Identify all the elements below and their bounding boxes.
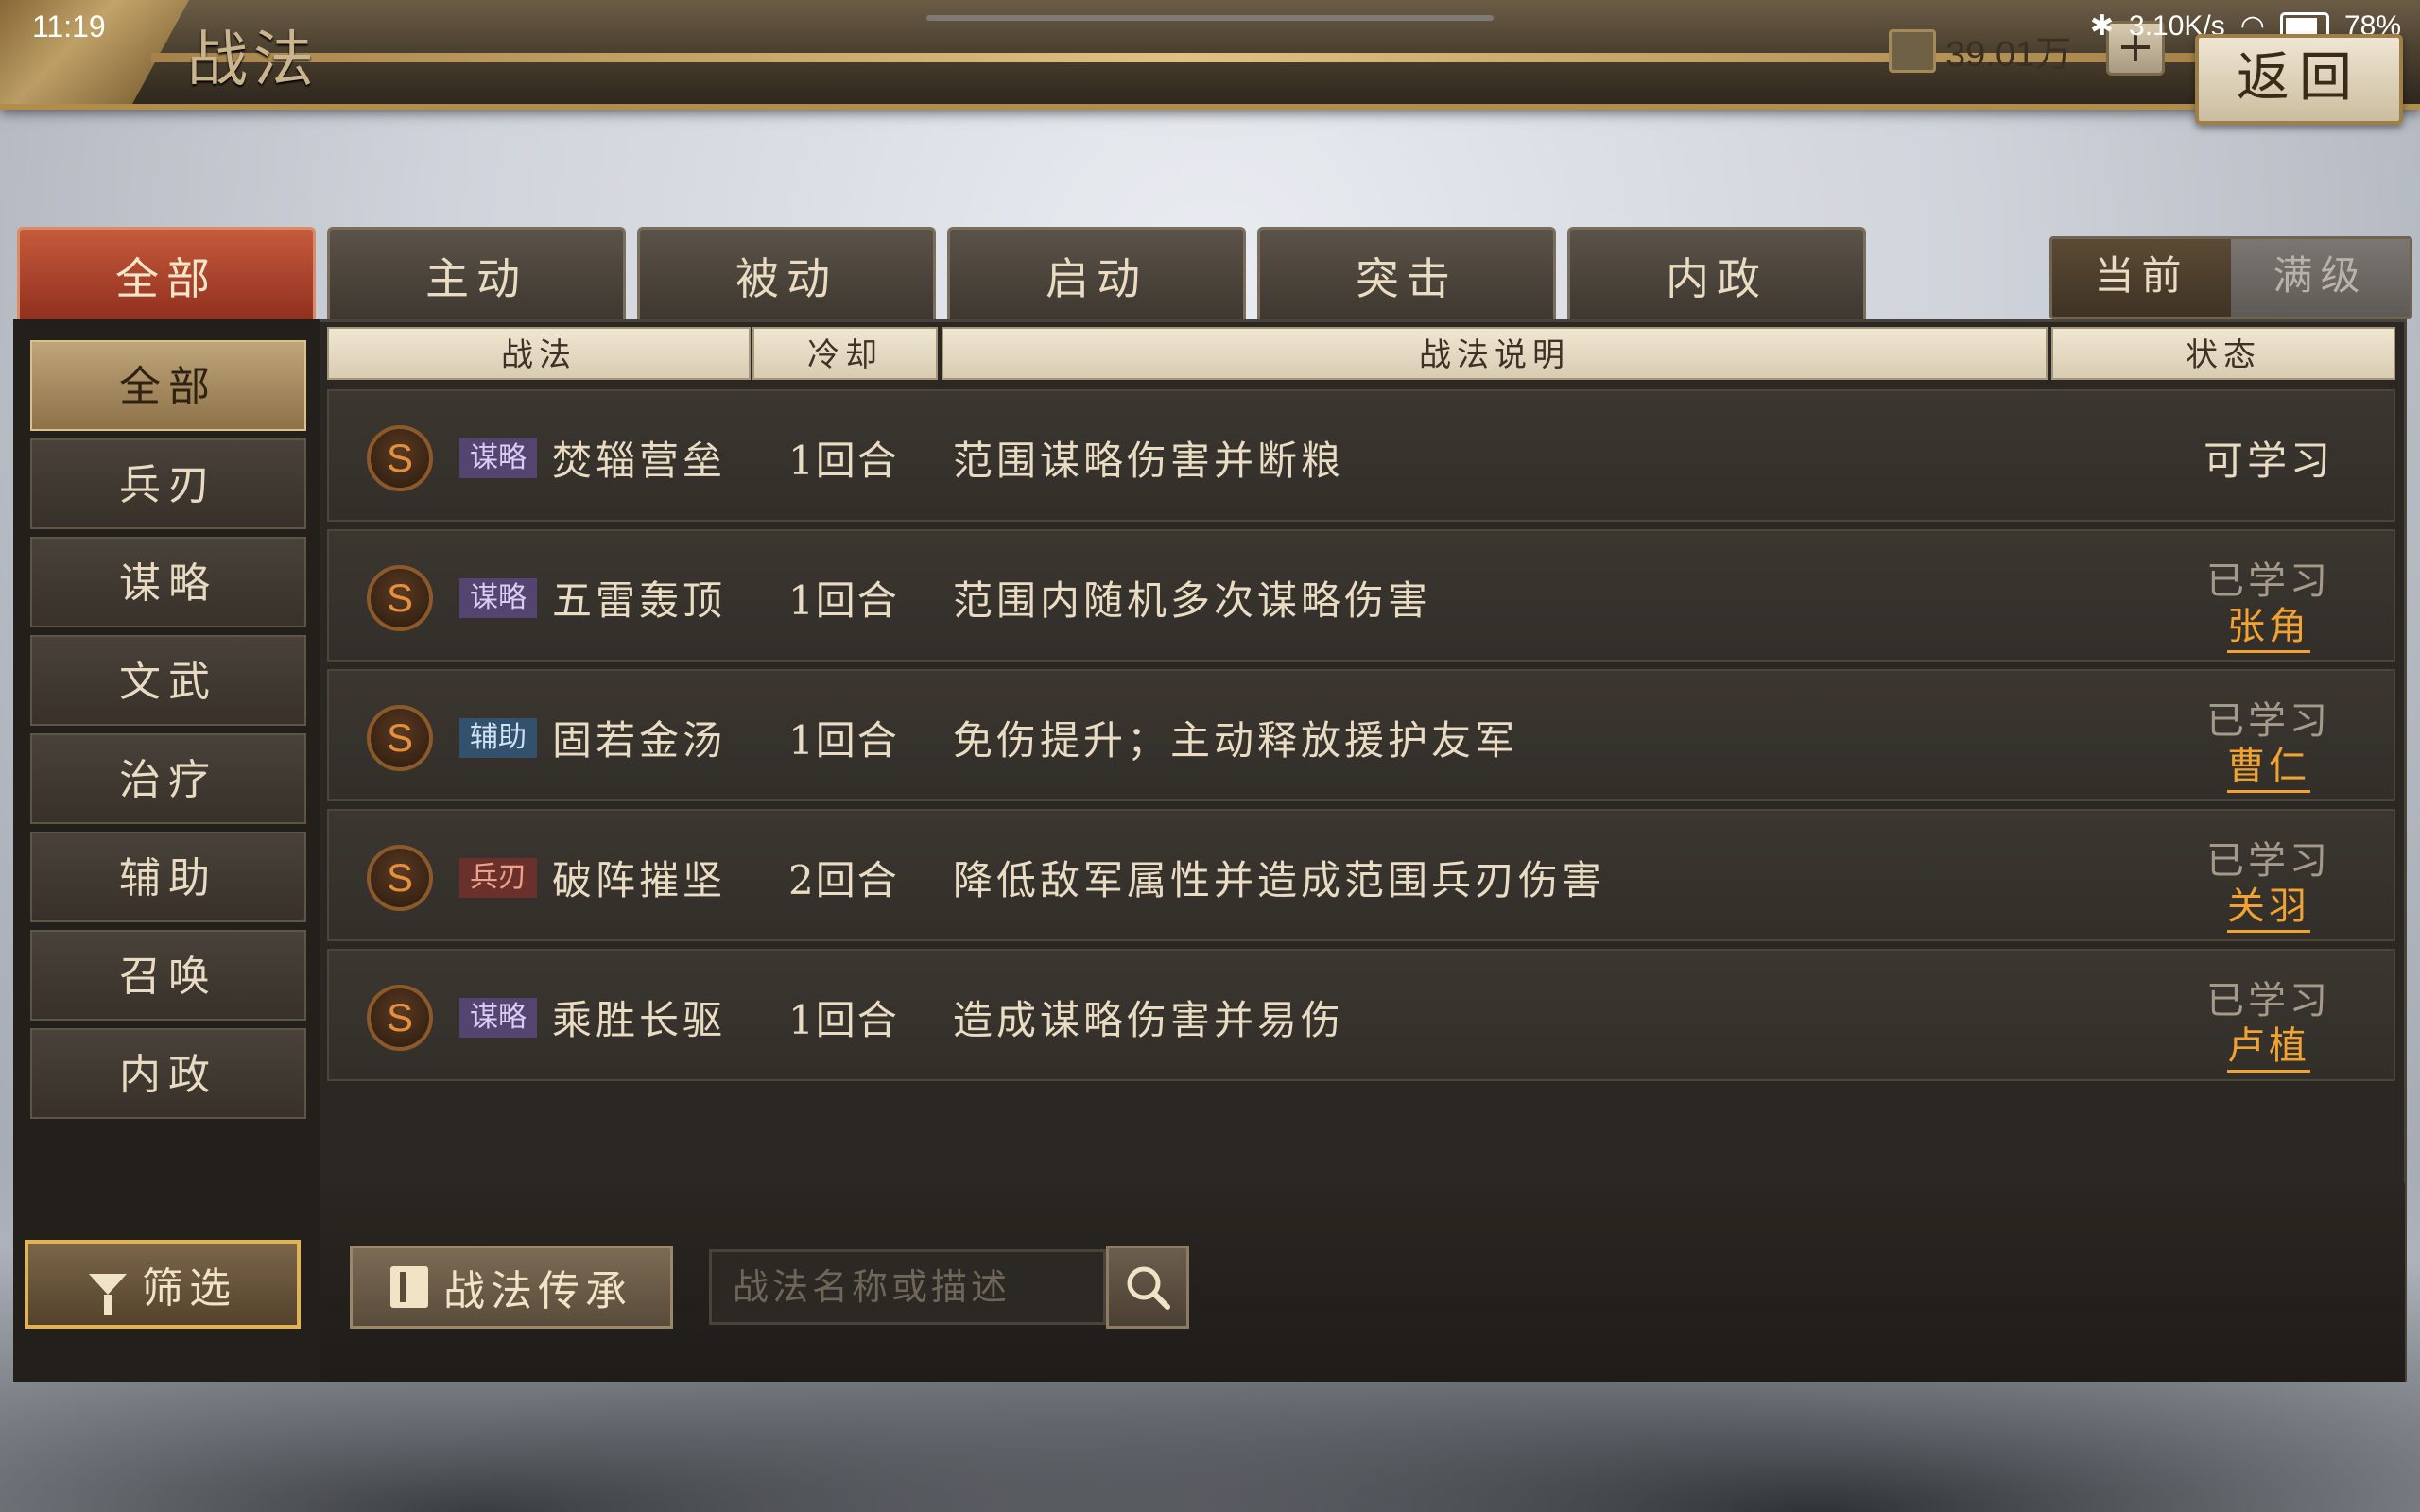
- grade-s-icon: S: [367, 845, 433, 911]
- sidebar-item-heal[interactable]: 治疗: [30, 733, 306, 824]
- skill-cooldown: 1回合: [788, 717, 899, 764]
- grade-s-icon: S: [367, 705, 433, 771]
- table-row[interactable]: S 兵刃 破阵摧坚 2回合 降低敌军属性并造成范围兵刃伤害 已学习 关羽: [327, 809, 2395, 941]
- sidebar-item-all[interactable]: 全部: [30, 340, 306, 431]
- table-row[interactable]: S 辅助 固若金汤 1回合 免伤提升；主动释放援护友军 已学习 曹仁: [327, 669, 2395, 801]
- grade-s-icon: S: [367, 985, 433, 1051]
- filter-label: 筛选: [142, 1264, 236, 1313]
- type-tag: 谋略: [459, 438, 537, 478]
- level-toggle: 当前 满级: [2049, 236, 2412, 319]
- sidebar-item-summon[interactable]: 召唤: [30, 930, 306, 1021]
- general-name: 卢植: [2227, 1024, 2310, 1073]
- header-skill: 战法: [327, 327, 751, 380]
- general-name: 曹仁: [2227, 745, 2310, 793]
- currency-value: 39.01万: [1945, 35, 2072, 75]
- tab-trigger[interactable]: 启动: [947, 227, 1246, 321]
- grade-s-icon: S: [367, 565, 433, 631]
- search-button[interactable]: [1106, 1246, 1189, 1329]
- header-description: 战法说明: [942, 327, 2048, 380]
- type-tag: 谋略: [459, 998, 537, 1038]
- status-time: 11:19: [32, 9, 106, 43]
- skill-name: 破阵摧坚: [552, 857, 727, 903]
- sidebar-item-hybrid[interactable]: 文武: [30, 635, 306, 726]
- learned-general-link[interactable]: 关羽: [2161, 875, 2377, 933]
- tab-passive[interactable]: 被动: [637, 227, 936, 321]
- skill-cooldown: 2回合: [788, 857, 899, 903]
- general-name: 张角: [2227, 605, 2310, 653]
- sidebar-item-internal[interactable]: 内政: [30, 1028, 306, 1119]
- skill-description: 范围谋略伤害并断粮: [953, 438, 1345, 484]
- skill-name: 焚辎营垒: [552, 438, 727, 484]
- skill-cooldown: 1回合: [788, 997, 899, 1043]
- skill-cooldown: 1回合: [788, 438, 899, 484]
- grade-s-icon: S: [367, 425, 433, 491]
- learned-general-link[interactable]: 卢植: [2161, 1015, 2377, 1073]
- funnel-icon: [89, 1274, 127, 1315]
- page-title: 战法: [187, 26, 320, 95]
- tab-assault[interactable]: 突击: [1257, 227, 1556, 321]
- general-name: 关羽: [2227, 885, 2310, 933]
- tab-internal[interactable]: 内政: [1567, 227, 1866, 321]
- filter-button[interactable]: 筛选: [25, 1240, 301, 1329]
- skill-description: 范围内随机多次谋略伤害: [953, 577, 1432, 624]
- pull-handle: [926, 15, 1494, 21]
- back-button[interactable]: 返回: [2195, 34, 2403, 125]
- skill-description: 免伤提升；主动释放援护友军: [953, 717, 1519, 764]
- tab-all[interactable]: 全部: [17, 227, 316, 321]
- skill-name: 五雷轰顶: [552, 577, 727, 624]
- header-cooldown: 冷却: [752, 327, 938, 380]
- sidebar-item-weapon[interactable]: 兵刃: [30, 438, 306, 529]
- sidebar-item-strategy[interactable]: 谋略: [30, 537, 306, 627]
- table-row[interactable]: S 谋略 焚辎营垒 1回合 范围谋略伤害并断粮 可学习: [327, 389, 2395, 522]
- bluetooth-icon: ✱: [2089, 10, 2115, 42]
- skill-description: 造成谋略伤害并易伤: [953, 997, 1345, 1043]
- table-row[interactable]: S 谋略 五雷轰顶 1回合 范围内随机多次谋略伤害 已学习 张角: [327, 529, 2395, 662]
- skill-inherit-button[interactable]: 战法传承: [350, 1246, 673, 1329]
- sidebar-item-support[interactable]: 辅助: [30, 832, 306, 922]
- top-bar: 11:19 战法 39.01万 + ✱ 3.10K/s ◠ 78%: [0, 0, 2420, 110]
- tab-active-skill[interactable]: 主动: [327, 227, 626, 321]
- skill-cooldown: 1回合: [788, 577, 899, 624]
- skill-description: 降低敌军属性并造成范围兵刃伤害: [953, 857, 1606, 903]
- skill-status: 可学习: [2203, 438, 2334, 484]
- header-status: 状态: [2051, 327, 2395, 380]
- toggle-max-level[interactable]: 满级: [2231, 239, 2410, 317]
- currency-display: 39.01万: [1889, 25, 2071, 77]
- table-row[interactable]: S 谋略 乘胜长驱 1回合 造成谋略伤害并易伤 已学习 卢植: [327, 949, 2395, 1081]
- type-tag: 兵刃: [459, 858, 537, 898]
- type-tag: 辅助: [459, 718, 537, 758]
- inherit-label: 战法传承: [443, 1267, 632, 1315]
- copper-icon: [1889, 28, 1936, 73]
- learned-general-link[interactable]: 曹仁: [2161, 735, 2377, 793]
- skill-name: 乘胜长驱: [552, 997, 727, 1043]
- type-tag: 谋略: [459, 578, 537, 618]
- toggle-current[interactable]: 当前: [2052, 239, 2231, 317]
- skill-name: 固若金汤: [552, 717, 727, 764]
- book-icon: [390, 1266, 428, 1308]
- learned-general-link[interactable]: 张角: [2161, 595, 2377, 653]
- search-input[interactable]: [709, 1249, 1106, 1325]
- search-icon: [1127, 1266, 1170, 1310]
